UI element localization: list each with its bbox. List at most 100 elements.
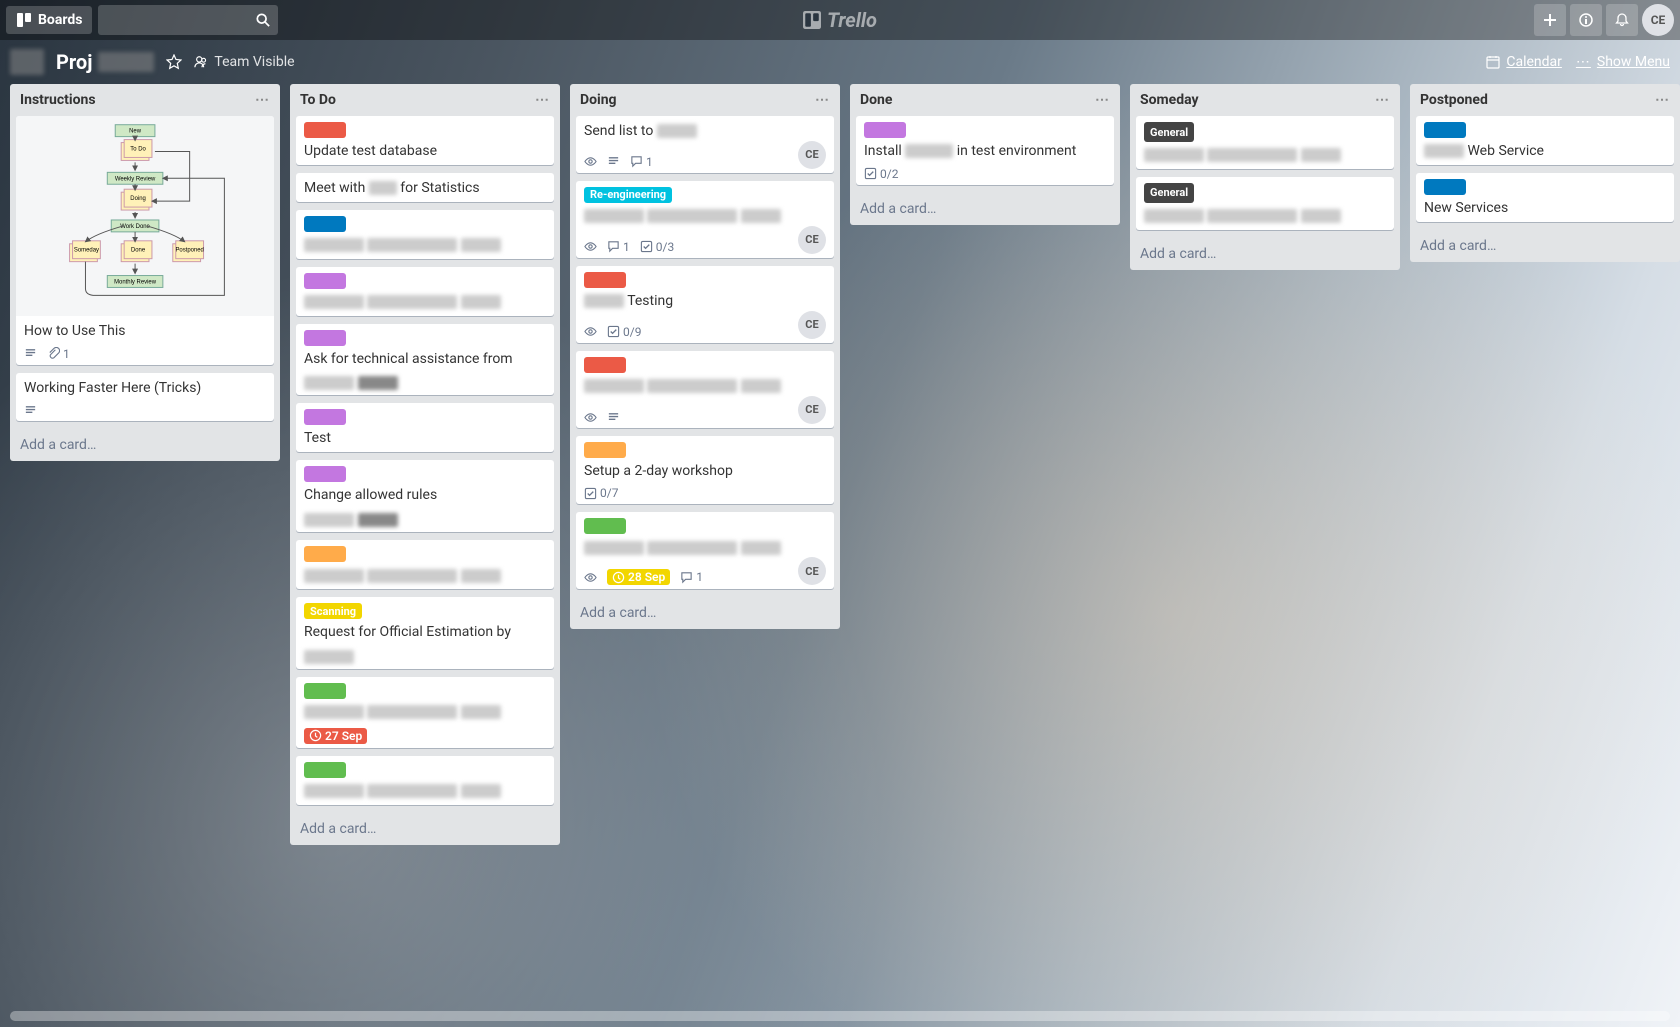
star-board-button[interactable] [166,54,182,70]
label-orange[interactable] [304,546,346,562]
add-card-button[interactable]: Add a card… [1410,230,1680,262]
label-green[interactable] [304,762,346,778]
label-orange[interactable] [584,442,626,458]
card[interactable]: Re-engineering 1 0/3CE [576,181,834,258]
label-purple[interactable] [304,409,346,425]
card[interactable] [296,267,554,316]
add-card-button[interactable]: Add a card… [290,813,560,845]
list-cards: New To Do Weekly Review Doing Work Done … [10,116,280,429]
add-card-button[interactable]: Add a card… [570,597,840,629]
svg-text:Work Done: Work Done [120,224,150,230]
card[interactable]: New To Do Weekly Review Doing Work Done … [16,116,274,365]
card[interactable] [296,756,554,805]
board-title[interactable]: Proj [56,50,154,74]
card[interactable]: 28 Sep 1CE [576,512,834,589]
list-header[interactable]: Someday ⋯ [1130,84,1400,116]
add-button[interactable] [1534,4,1566,36]
notifications-button[interactable] [1606,4,1638,36]
checklist-badge: 0/2 [864,167,898,181]
card[interactable]: Send list to 1CE [576,116,834,173]
list-menu-button[interactable]: ⋯ [535,92,550,108]
label-teal[interactable]: Re-engineering [584,187,672,203]
card-labels [1424,122,1666,138]
add-card-button[interactable]: Add a card… [10,429,280,461]
add-card-button[interactable]: Add a card… [1130,238,1400,270]
card[interactable]: Test [296,403,554,452]
label-purple[interactable] [864,122,906,138]
list-header[interactable]: Doing ⋯ [570,84,840,116]
list-menu-button[interactable]: ⋯ [815,92,830,108]
show-menu-link[interactable]: ⋯ Show Menu [1576,54,1670,70]
card[interactable]: Change allowed rules [296,460,554,532]
card[interactable]: General [1136,116,1394,169]
card[interactable]: CE [576,351,834,428]
list-header[interactable]: Postponed ⋯ [1410,84,1680,116]
info-icon [1579,13,1593,27]
card[interactable]: 27 Sep [296,677,554,748]
visibility-button[interactable]: Team Visible [194,54,294,70]
card[interactable]: New Services [1416,173,1674,222]
boards-button[interactable]: Boards [6,6,92,34]
horizontal-scrollbar[interactable] [10,1011,1670,1021]
calendar-icon [1486,55,1500,69]
label-green[interactable] [584,518,626,534]
card-member-avatar[interactable]: CE [798,396,826,424]
list-cards: Update test database Meet with for Statis… [290,116,560,813]
search-input[interactable] [98,5,278,35]
list-menu-button[interactable]: ⋯ [1375,92,1390,108]
watch-icon [584,325,597,338]
label-red[interactable] [304,122,346,138]
label-blue[interactable] [1424,122,1466,138]
card-cover-image: New To Do Weekly Review Doing Work Done … [16,116,274,316]
label-dark[interactable]: General [1144,122,1194,142]
card-member-avatar[interactable]: CE [798,141,826,169]
card-member-avatar[interactable]: CE [798,311,826,339]
add-card-button[interactable]: Add a card… [850,193,1120,225]
board-canvas[interactable]: Instructions ⋯ New To Do Weekly Review D… [0,84,1680,1027]
card-badges: 0/2 [864,167,898,181]
attachments-badge: 1 [47,347,70,361]
label-blue[interactable] [304,216,346,232]
card[interactable]: Meet with for Statistics [296,173,554,202]
label-purple[interactable] [304,273,346,289]
info-button[interactable] [1570,4,1602,36]
checklist-badge: 0/3 [640,240,674,254]
card[interactable]: Working Faster Here (Tricks) [16,373,274,421]
card[interactable]: Update test database [296,116,554,165]
card-title: Update test database [304,142,546,161]
label-red[interactable] [584,357,626,373]
label-blue[interactable] [1424,179,1466,195]
list-cards: General General [1130,116,1400,238]
list-header[interactable]: To Do ⋯ [290,84,560,116]
card[interactable]: General [1136,177,1394,230]
label-red[interactable] [584,272,626,288]
label-green[interactable] [304,683,346,699]
card[interactable]: ScanningRequest for Official Estimation … [296,597,554,669]
card[interactable]: Setup a 2-day workshop 0/7 [576,436,834,505]
label-yellow[interactable]: Scanning [304,603,362,619]
card[interactable] [296,210,554,259]
card[interactable] [296,540,554,589]
list-menu-button[interactable]: ⋯ [255,92,270,108]
trello-logo[interactable]: Trello [803,8,877,32]
label-purple[interactable] [304,466,346,482]
list-menu-button[interactable]: ⋯ [1655,92,1670,108]
comments-badge: 1 [630,155,653,169]
card[interactable]: Testing 0/9CE [576,266,834,343]
trello-logo-icon [803,11,821,29]
card[interactable]: Web Service [1416,116,1674,165]
card-member-avatar[interactable]: CE [798,226,826,254]
card-title: New Services [1424,199,1666,218]
checklist-badge: 0/9 [607,325,641,339]
label-dark[interactable]: General [1144,183,1194,203]
watch-icon [584,411,597,424]
list-header[interactable]: Done ⋯ [850,84,1120,116]
list-header[interactable]: Instructions ⋯ [10,84,280,116]
user-avatar[interactable]: CE [1642,4,1674,36]
calendar-link[interactable]: Calendar [1486,54,1562,70]
card-member-avatar[interactable]: CE [798,557,826,585]
list-menu-button[interactable]: ⋯ [1095,92,1110,108]
card[interactable]: Ask for technical assistance from [296,324,554,396]
label-purple[interactable] [304,330,346,346]
card[interactable]: Install in test environment 0/2 [856,116,1114,185]
